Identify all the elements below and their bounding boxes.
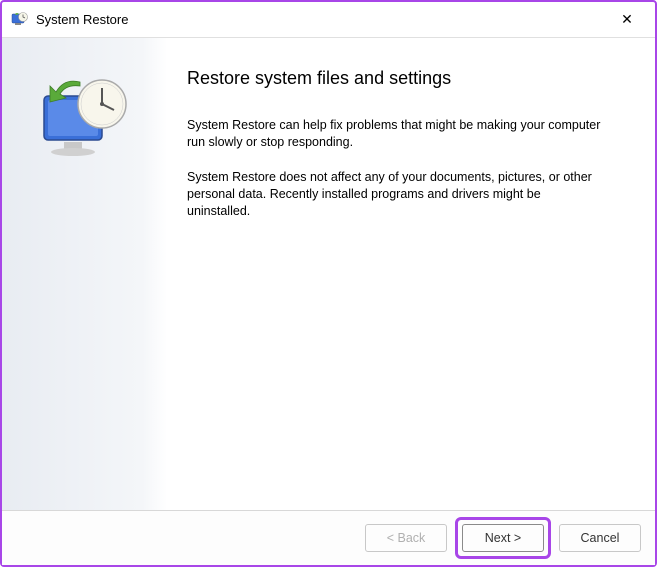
wizard-body: Restore system files and settings System… bbox=[2, 38, 655, 510]
wizard-footer: < Back Next > Cancel bbox=[2, 510, 655, 565]
next-button[interactable]: Next > bbox=[462, 524, 544, 552]
page-heading: Restore system files and settings bbox=[187, 68, 625, 89]
content-area: Restore system files and settings System… bbox=[167, 38, 655, 510]
side-panel bbox=[2, 38, 167, 510]
cancel-button[interactable]: Cancel bbox=[559, 524, 641, 552]
description-paragraph-1: System Restore can help fix problems tha… bbox=[187, 117, 607, 151]
system-restore-icon bbox=[10, 11, 28, 29]
close-button[interactable]: ✕ bbox=[607, 5, 647, 35]
next-button-highlight: Next > bbox=[455, 517, 551, 559]
titlebar: System Restore ✕ bbox=[2, 2, 655, 38]
restore-monitor-clock-icon bbox=[30, 68, 140, 183]
description-paragraph-2: System Restore does not affect any of yo… bbox=[187, 169, 607, 220]
back-button: < Back bbox=[365, 524, 447, 552]
window-title: System Restore bbox=[36, 12, 607, 27]
